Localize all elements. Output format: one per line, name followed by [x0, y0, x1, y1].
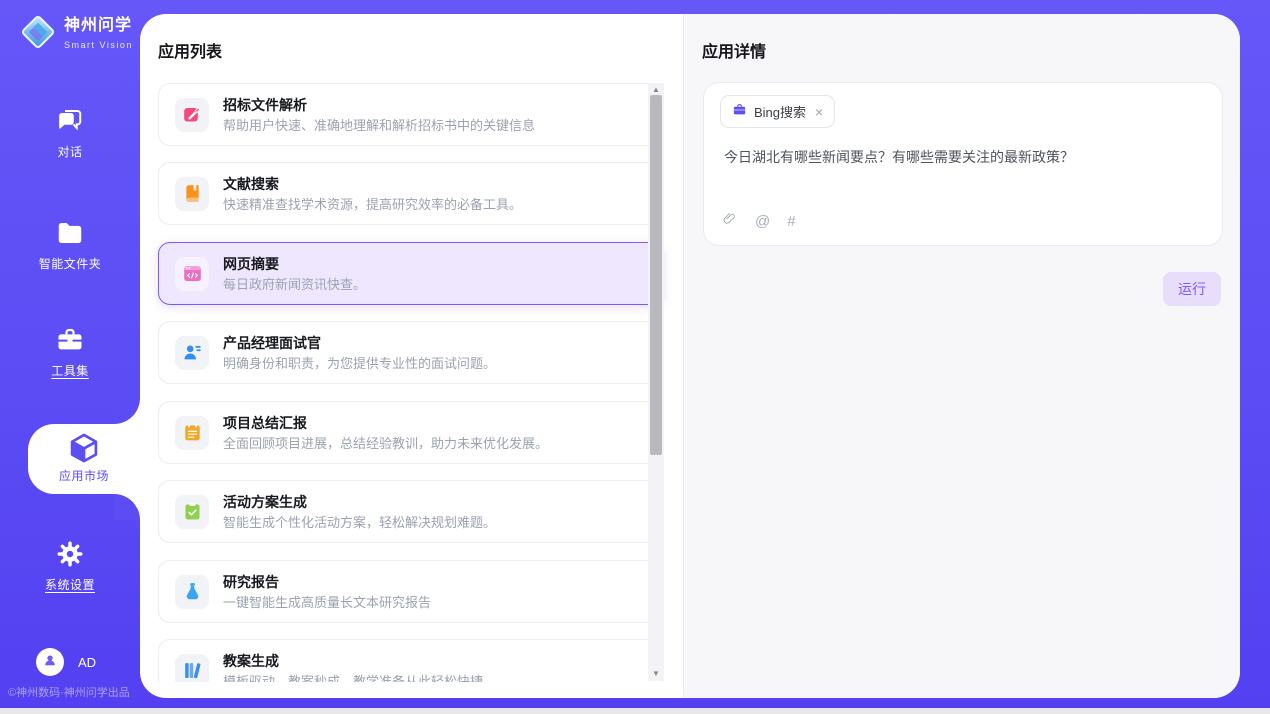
- book-icon: [175, 177, 209, 211]
- sidebar-item-app-market[interactable]: 应用市场: [28, 424, 140, 494]
- app-card-desc: 模板驱动，教案秒成，教学准备从此轻松快捷: [223, 674, 483, 683]
- mention-icon[interactable]: @: [755, 213, 770, 230]
- user-name: AD: [78, 655, 96, 670]
- app-card-desc: 全面回顾项目进展，总结经验教训，助力未来优化发展。: [223, 436, 548, 452]
- app-card-project-summary[interactable]: 项目总结汇报 全面回顾项目进展，总结经验教训，助力未来优化发展。: [158, 401, 663, 464]
- sidebar-item-chat[interactable]: 对话: [0, 106, 140, 160]
- briefcase-icon: [732, 102, 747, 122]
- app-detail-section: 应用详情 Bing搜索 × 今日湖北有哪些新闻要点？有哪些需要关注的最新政策？ …: [683, 14, 1240, 698]
- bottom-edge: [0, 708, 1270, 714]
- user-row[interactable]: AD: [36, 648, 96, 676]
- interviewer-icon: [175, 336, 209, 370]
- app-card-lesson-plan[interactable]: 教案生成 模板驱动，教案秒成，教学准备从此轻松快捷: [158, 639, 663, 682]
- sidebar-item-label: 智能文件夹: [0, 255, 140, 272]
- folder-icon: [0, 218, 140, 250]
- sidebar-item-label: 应用市场: [28, 467, 140, 484]
- scroll-up-icon[interactable]: ▲: [648, 85, 664, 95]
- brand-tagline: Smart Vision: [64, 40, 133, 50]
- avatar[interactable]: [36, 648, 64, 676]
- app-card-pm-interviewer[interactable]: 产品经理面试官 明确身份和职责，为您提供专业性的面试问题。: [158, 321, 663, 384]
- scroll-down-icon[interactable]: ▼: [648, 669, 664, 679]
- tool-tag-bing-search[interactable]: Bing搜索 ×: [720, 95, 835, 128]
- copyright: ©神州数码·神州问学出品: [8, 684, 130, 700]
- app-card-title: 招标文件解析: [223, 96, 535, 114]
- app-list-section: 应用列表 招标文件解析 帮助用户快速、准确地理解和解析招标书中的关键信息 文献搜…: [140, 14, 683, 698]
- gear-icon: [0, 539, 140, 571]
- chat-icon: [0, 106, 140, 138]
- notepad-icon: [175, 416, 209, 450]
- main-panel: 应用列表 招标文件解析 帮助用户快速、准确地理解和解析招标书中的关键信息 文献搜…: [140, 14, 1240, 698]
- toolbox-icon: [0, 325, 140, 357]
- app-detail-title: 应用详情: [702, 38, 766, 62]
- app-list: 招标文件解析 帮助用户快速、准确地理解和解析招标书中的关键信息 文献搜索 快速精…: [140, 74, 683, 682]
- attachment-icon[interactable]: [722, 211, 738, 232]
- app-card-desc: 帮助用户快速、准确地理解和解析招标书中的关键信息: [223, 118, 535, 134]
- app-card-desc: 一键智能生成高质量长文本研究报告: [223, 595, 431, 611]
- app-card-title: 项目总结汇报: [223, 414, 548, 432]
- user-icon: [42, 652, 58, 673]
- prompt-input[interactable]: 今日湖北有哪些新闻要点？有哪些需要关注的最新政策？: [724, 147, 1198, 167]
- app-window: 神州问学 Smart Vision 对话 智能文件夹 工具集 应用市场 系统设置…: [0, 0, 1270, 714]
- books-icon: [175, 654, 209, 683]
- tool-tag-label: Bing搜索: [754, 102, 806, 121]
- app-card-desc: 智能生成个性化活动方案，轻松解决规划难题。: [223, 515, 496, 531]
- app-card-title: 教案生成: [223, 652, 483, 670]
- app-card-event-plan[interactable]: 活动方案生成 智能生成个性化活动方案，轻松解决规划难题。: [158, 480, 663, 543]
- sidebar-item-tools[interactable]: 工具集: [0, 325, 140, 379]
- flask-icon: [175, 575, 209, 609]
- clipboard-check-icon: [175, 495, 209, 529]
- app-card-title: 活动方案生成: [223, 493, 496, 511]
- app-card-literature-search[interactable]: 文献搜索 快速精准查找学术资源，提高研究效率的必备工具。: [158, 162, 663, 225]
- app-card-title: 研究报告: [223, 573, 431, 591]
- scrollbar-thumb[interactable]: [650, 95, 662, 455]
- app-card-title: 网页摘要: [223, 255, 366, 273]
- browser-code-icon: [175, 257, 209, 291]
- run-button[interactable]: 运行: [1163, 272, 1221, 306]
- app-card-research-report[interactable]: 研究报告 一键智能生成高质量长文本研究报告: [158, 560, 663, 623]
- app-card-desc: 明确身份和职责，为您提供专业性的面试问题。: [223, 356, 496, 372]
- prompt-card: Bing搜索 × 今日湖北有哪些新闻要点？有哪些需要关注的最新政策？ @ #: [703, 82, 1223, 246]
- tag-close-icon[interactable]: ×: [815, 104, 823, 120]
- app-card-title: 文献搜索: [223, 175, 522, 193]
- sidebar-item-label: 工具集: [0, 362, 140, 379]
- app-card-tender-analysis[interactable]: 招标文件解析 帮助用户快速、准确地理解和解析招标书中的关键信息: [158, 83, 663, 146]
- sidebar-item-label: 对话: [0, 143, 140, 160]
- app-list-title: 应用列表: [158, 38, 222, 62]
- app-card-desc: 快速精准查找学术资源，提高研究效率的必备工具。: [223, 197, 522, 213]
- app-card-web-summary[interactable]: 网页摘要 每日政府新闻资讯快查。: [158, 242, 663, 305]
- app-card-title: 产品经理面试官: [223, 334, 496, 352]
- sidebar-item-label: 系统设置: [0, 576, 140, 593]
- pen-square-icon: [175, 98, 209, 132]
- prompt-toolbar: @ #: [722, 211, 796, 232]
- brand-name: 神州问学: [64, 17, 132, 34]
- scrollbar[interactable]: ▲ ▼: [648, 83, 664, 681]
- cube-icon: [28, 431, 140, 465]
- brand: 神州问学 Smart Vision: [18, 12, 140, 57]
- brand-logo-icon: [18, 12, 58, 57]
- app-card-desc: 每日政府新闻资讯快查。: [223, 277, 366, 293]
- sidebar-item-settings[interactable]: 系统设置: [0, 539, 140, 593]
- sidebar: 神州问学 Smart Vision 对话 智能文件夹 工具集 应用市场 系统设置…: [0, 0, 140, 714]
- sidebar-item-folders[interactable]: 智能文件夹: [0, 218, 140, 272]
- hash-icon[interactable]: #: [787, 213, 795, 230]
